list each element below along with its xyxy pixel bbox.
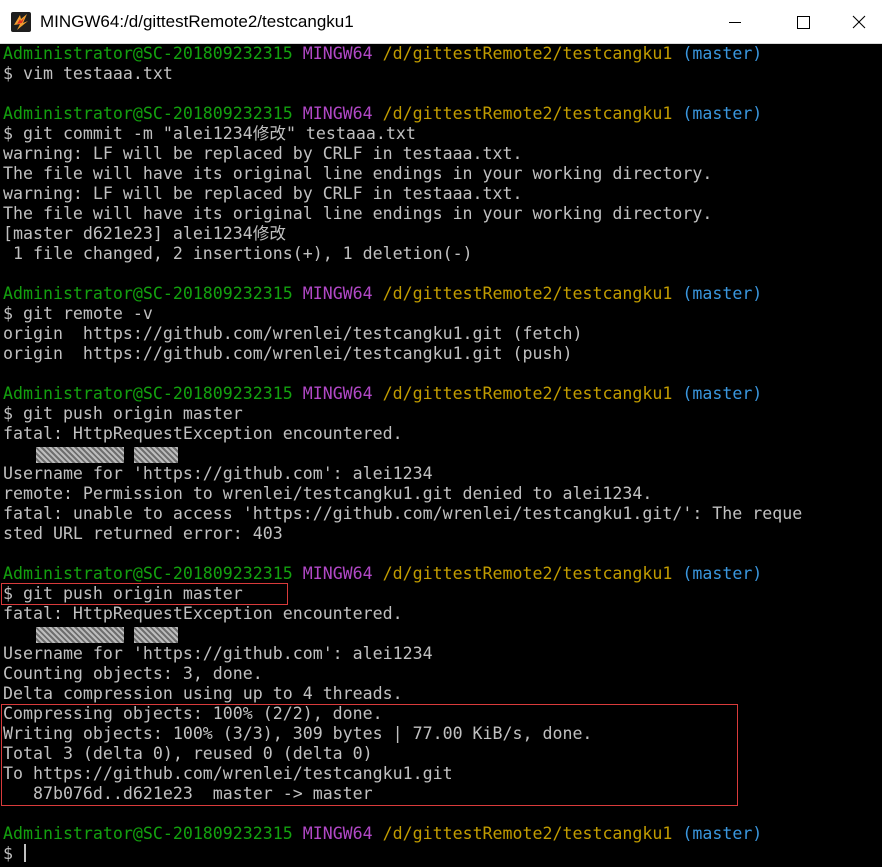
prompt-user-host: Administrator@SC-201809232315	[3, 384, 293, 403]
prompt-path: /d/gittestRemote2/testcangku1	[382, 384, 673, 403]
output-line: remote: Permission to wrenlei/testcangku…	[3, 484, 653, 503]
prompt-user-host: Administrator@SC-201809232315	[3, 824, 293, 843]
output-line: $ git commit -m "alei1234修改" testaaa.txt	[3, 124, 416, 143]
prompt-path: /d/gittestRemote2/testcangku1	[382, 284, 673, 303]
redacted-block	[134, 446, 178, 463]
output-line: Username for 'https://github.com': alei1…	[3, 464, 433, 483]
output-line: [master d621e23] alei1234修改	[3, 224, 286, 243]
prompt-branch: (master)	[682, 44, 763, 63]
output-line: origin https://github.com/wrenlei/testca…	[3, 324, 583, 343]
prompt-user-host: Administrator@SC-201809232315	[3, 284, 293, 303]
window-title: MINGW64:/d/gittestRemote2/testcangku1	[40, 12, 354, 31]
minimize-icon	[729, 21, 741, 23]
prompt-path: /d/gittestRemote2/testcangku1	[382, 824, 673, 843]
prompt-line: Administrator@SC-201809232315 MINGW64 /d…	[0, 824, 882, 844]
maximize-icon	[797, 15, 810, 29]
output-line: Total 3 (delta 0), reused 0 (delta 0)	[3, 744, 373, 763]
redacted-line	[0, 624, 882, 644]
prompt-system: MINGW64	[302, 104, 373, 123]
prompt-user-host: Administrator@SC-201809232315	[3, 44, 293, 63]
output-line: sted URL returned error: 403	[3, 524, 283, 543]
prompt-symbol: $	[3, 844, 23, 863]
output-line: 87b076d..d621e23 master -> master	[3, 784, 373, 803]
redacted-block	[36, 446, 124, 463]
output-line: Writing objects: 100% (3/3), 309 bytes |…	[3, 724, 593, 743]
maximize-button[interactable]	[780, 0, 826, 43]
input-line[interactable]: $	[0, 844, 882, 864]
close-icon	[852, 15, 866, 28]
output-line: Delta compression using up to 4 threads.	[3, 684, 403, 703]
minimize-button[interactable]	[712, 0, 758, 43]
output-line: fatal: HttpRequestException encountered.	[3, 604, 403, 623]
redacted-line	[0, 444, 882, 464]
prompt-system: MINGW64	[302, 284, 373, 303]
output-line: $ git push origin master	[3, 584, 243, 603]
prompt-line: Administrator@SC-201809232315 MINGW64 /d…	[0, 44, 882, 64]
title-bar[interactable]: MINGW64:/d/gittestRemote2/testcangku1	[0, 0, 882, 44]
output-line: $ git push origin master	[3, 404, 243, 423]
terminal-output[interactable]: Administrator@SC-201809232315 MINGW64 /d…	[0, 44, 882, 867]
prompt-system: MINGW64	[302, 824, 373, 843]
prompt-path: /d/gittestRemote2/testcangku1	[382, 44, 673, 63]
mingw-app-icon	[11, 12, 31, 32]
output-line: fatal: HttpRequestException encountered.	[3, 424, 403, 443]
terminal-window: MINGW64:/d/gittestRemote2/testcangku1 Ad…	[0, 0, 882, 867]
output-line: $ vim testaaa.txt	[3, 64, 173, 83]
output-line: Counting objects: 3, done.	[3, 664, 263, 683]
prompt-system: MINGW64	[302, 384, 373, 403]
prompt-branch: (master)	[682, 104, 763, 123]
output-line: warning: LF will be replaced by CRLF in …	[3, 144, 523, 163]
output-line: The file will have its original line end…	[3, 164, 713, 183]
prompt-path: /d/gittestRemote2/testcangku1	[382, 564, 673, 583]
redacted-block	[134, 626, 178, 643]
prompt-branch: (master)	[682, 564, 763, 583]
prompt-user-host: Administrator@SC-201809232315	[3, 564, 293, 583]
output-line: 1 file changed, 2 insertions(+), 1 delet…	[3, 244, 473, 263]
redacted-block	[36, 626, 124, 643]
output-line: warning: LF will be replaced by CRLF in …	[3, 184, 523, 203]
close-button[interactable]	[836, 0, 882, 43]
output-line: origin https://github.com/wrenlei/testca…	[3, 344, 573, 363]
prompt-branch: (master)	[682, 384, 763, 403]
prompt-system: MINGW64	[302, 564, 373, 583]
output-line: fatal: unable to access 'https://github.…	[3, 504, 803, 523]
prompt-line: Administrator@SC-201809232315 MINGW64 /d…	[0, 564, 882, 584]
prompt-branch: (master)	[682, 824, 763, 843]
output-line: To https://github.com/wrenlei/testcangku…	[3, 764, 453, 783]
prompt-line: Administrator@SC-201809232315 MINGW64 /d…	[0, 284, 882, 304]
prompt-user-host: Administrator@SC-201809232315	[3, 104, 293, 123]
output-line: Compressing objects: 100% (2/2), done.	[3, 704, 383, 723]
output-line: $ git remote -v	[3, 304, 153, 323]
prompt-path: /d/gittestRemote2/testcangku1	[382, 104, 673, 123]
text-cursor	[23, 844, 26, 862]
prompt-branch: (master)	[682, 284, 763, 303]
output-line: The file will have its original line end…	[3, 204, 713, 223]
prompt-system: MINGW64	[302, 44, 373, 63]
prompt-line: Administrator@SC-201809232315 MINGW64 /d…	[0, 384, 882, 404]
output-line: Username for 'https://github.com': alei1…	[3, 644, 433, 663]
prompt-line: Administrator@SC-201809232315 MINGW64 /d…	[0, 104, 882, 124]
